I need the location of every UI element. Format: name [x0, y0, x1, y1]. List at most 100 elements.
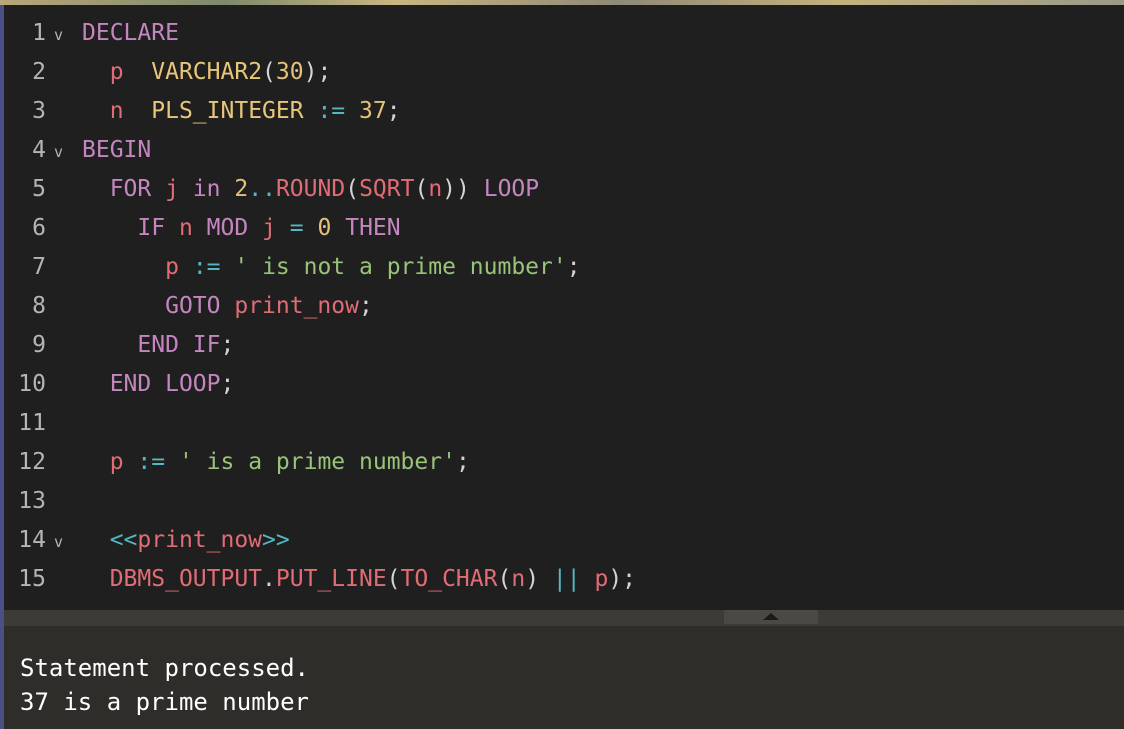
code-token: ( — [497, 566, 512, 592]
code-token: PLS_INTEGER — [151, 98, 304, 124]
code-token: 2 — [234, 176, 249, 202]
code-token: := — [192, 254, 221, 280]
code-token: p — [594, 566, 609, 592]
code-token: 37 — [359, 98, 387, 124]
code-text: p := ' is a prime number'; — [82, 443, 470, 482]
code-token: print_now — [234, 293, 359, 319]
code-text: GOTO print_now; — [82, 287, 373, 326]
code-text: DECLARE — [82, 14, 179, 53]
chevron-down-icon[interactable]: v — [54, 133, 63, 172]
code-token: := — [137, 449, 166, 475]
output-line: 37 is a prime number — [20, 688, 309, 716]
code-token: ROUND — [275, 176, 346, 202]
line-number: 13 — [18, 488, 46, 514]
code-token: . — [262, 566, 276, 592]
code-line[interactable]: 1 v DECLARE — [4, 14, 1124, 53]
code-line[interactable]: 5 FOR j in 2..ROUND(SQRT(n)) LOOP — [4, 170, 1124, 209]
line-number: 14 — [18, 527, 46, 553]
code-token: END LOOP — [109, 371, 221, 397]
code-token: ); — [303, 59, 332, 85]
code-text: FOR j in 2..ROUND(SQRT(n)) LOOP — [82, 170, 539, 209]
code-token: ' is a prime number' — [178, 449, 456, 475]
line-number: 12 — [18, 449, 46, 475]
code-token: ' is not a prime number' — [234, 254, 567, 280]
code-text: p VARCHAR2(30); — [82, 53, 332, 92]
code-token: BEGIN — [82, 137, 152, 163]
code-token: ) — [525, 566, 540, 592]
code-line[interactable]: 15 DBMS_OUTPUT.PUT_LINE(TO_CHAR(n) || p)… — [4, 560, 1124, 599]
code-line[interactable]: 3 n PLS_INTEGER := 37; — [4, 92, 1124, 131]
code-token: )) — [442, 176, 470, 202]
code-line[interactable]: 9 END IF; — [4, 326, 1124, 365]
code-token: ; — [220, 332, 235, 358]
code-editor[interactable]: 1 v DECLARE 2 p VARCHAR2(30); 3 n PLS_INTEGE… — [4, 5, 1124, 610]
code-line[interactable]: 11 — [4, 404, 1124, 443]
code-token: FOR — [109, 176, 152, 202]
line-number: 3 — [32, 98, 46, 124]
splitter-handle[interactable] — [724, 610, 818, 624]
code-text: END IF; — [82, 326, 234, 365]
code-line[interactable]: 14 v <<print_now>> — [4, 521, 1124, 560]
code-text: <<print_now>> — [82, 521, 290, 560]
code-token: ( — [345, 176, 360, 202]
code-line[interactable]: 13 — [4, 482, 1124, 521]
code-line[interactable]: 7 p := ' is not a prime number'; — [4, 248, 1124, 287]
code-token: ; — [220, 371, 235, 397]
code-line[interactable]: 6 IF n MOD j = 0 THEN — [4, 209, 1124, 248]
code-line[interactable]: 12 p := ' is a prime number'; — [4, 443, 1124, 482]
code-text: END LOOP; — [82, 365, 235, 404]
code-text: IF n MOD j = 0 THEN — [82, 209, 400, 248]
code-token: := — [317, 98, 346, 124]
code-token: VARCHAR2 — [151, 59, 263, 85]
chevron-down-icon[interactable]: v — [54, 523, 63, 562]
code-token: j — [262, 215, 276, 241]
code-token: j — [165, 176, 179, 202]
code-token: p — [109, 449, 124, 475]
line-number: 8 — [32, 293, 46, 319]
code-line[interactable]: 4 v BEGIN — [4, 131, 1124, 170]
pane-splitter[interactable] — [4, 610, 1124, 626]
code-line[interactable]: 2 p VARCHAR2(30); — [4, 53, 1124, 92]
code-token: IF — [137, 215, 166, 241]
chevron-down-icon[interactable]: v — [54, 16, 63, 55]
code-text: DBMS_OUTPUT.PUT_LINE(TO_CHAR(n) || p); — [82, 560, 636, 599]
code-token: ; — [455, 449, 470, 475]
caret-up-icon — [763, 613, 779, 620]
code-token: MOD — [206, 215, 249, 241]
code-token: 30 — [275, 59, 304, 85]
code-token: ( — [386, 566, 401, 592]
code-token: ; — [386, 98, 401, 124]
line-number: 7 — [32, 254, 46, 280]
code-token: ; — [358, 293, 373, 319]
line-number: 2 — [32, 59, 46, 85]
code-line[interactable]: 10 END LOOP; — [4, 365, 1124, 404]
line-number: 11 — [18, 410, 46, 436]
code-token: << — [109, 527, 138, 553]
code-token: ( — [262, 59, 276, 85]
code-token: n — [178, 215, 193, 241]
code-line[interactable]: 8 GOTO print_now; — [4, 287, 1124, 326]
code-token: n — [428, 176, 443, 202]
